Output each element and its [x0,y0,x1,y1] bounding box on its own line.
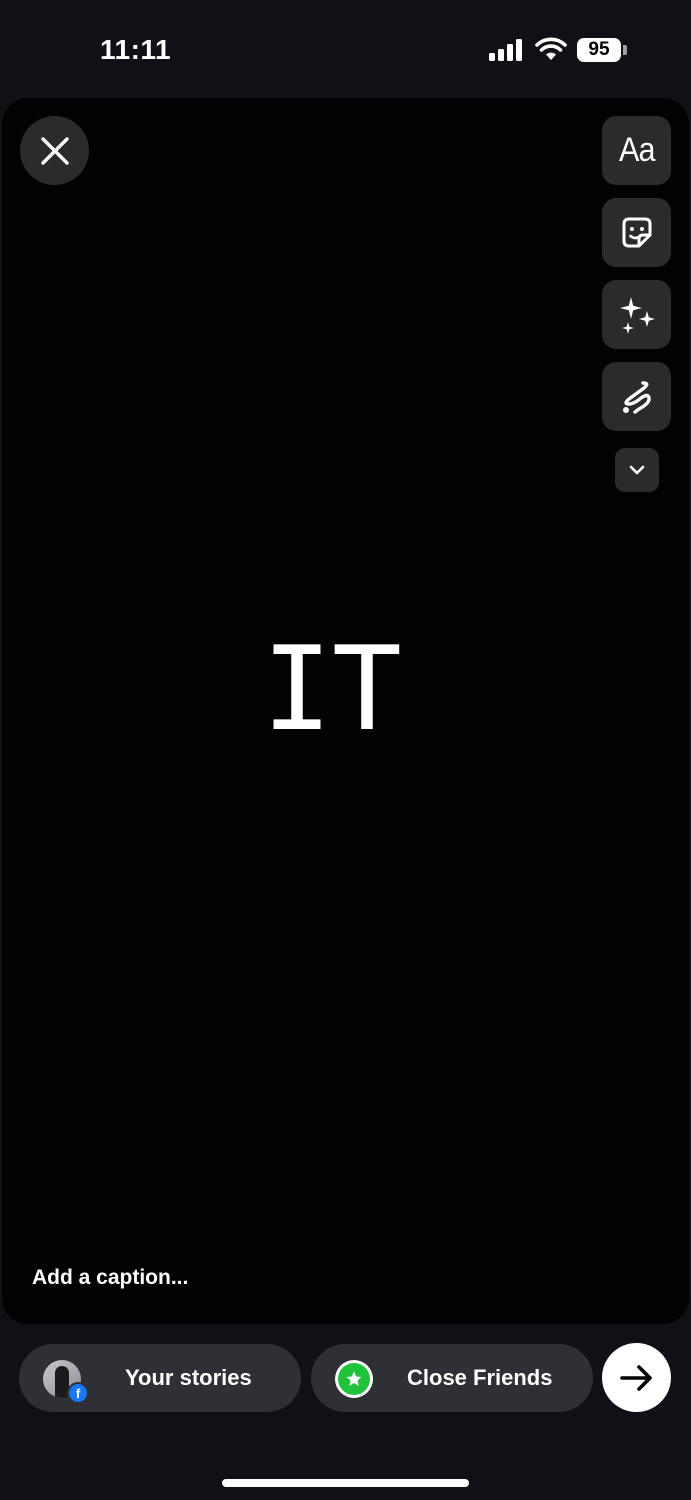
sticker-icon [622,217,651,247]
facebook-icon: f [67,1382,89,1404]
text-tool-label: Aa [618,131,656,169]
caption-input[interactable]: Add a caption... [32,1266,188,1290]
star-icon [346,1371,362,1386]
battery-tip [623,45,627,55]
close-friends-label: Close Friends [407,1365,553,1390]
more-tools-button[interactable] [615,448,659,492]
status-time: 11:11 [100,34,172,65]
story-canvas[interactable]: Aa IT Add a caption... [2,98,689,1324]
home-indicator[interactable] [222,1479,469,1487]
battery-level: 95 [588,39,610,60]
draw-tool-button[interactable] [602,362,671,431]
status-bar: 11:11 95 [0,0,691,100]
arrow-right-icon [619,1364,652,1391]
sparkles-icon [619,296,655,334]
sticker-tool-button[interactable] [602,198,671,267]
close-friends-button[interactable]: Close Friends [311,1344,593,1412]
send-button[interactable] [602,1343,671,1412]
wifi-icon [535,37,567,60]
your-stories-label: Your stories [125,1365,252,1390]
text-tool-button[interactable]: Aa [602,116,671,185]
battery-icon: 95 [577,38,621,62]
close-button[interactable] [20,116,89,185]
share-bar: f Your stories Close Friends [0,1340,691,1416]
close-icon [40,136,69,165]
chevron-down-icon [629,465,645,475]
your-stories-button[interactable]: f Your stories [19,1344,301,1412]
story-text[interactable]: IT [2,632,662,748]
scribble-icon [622,380,651,414]
signal-icon [489,39,522,61]
close-friends-icon [335,1360,373,1398]
effects-tool-button[interactable] [602,280,671,349]
